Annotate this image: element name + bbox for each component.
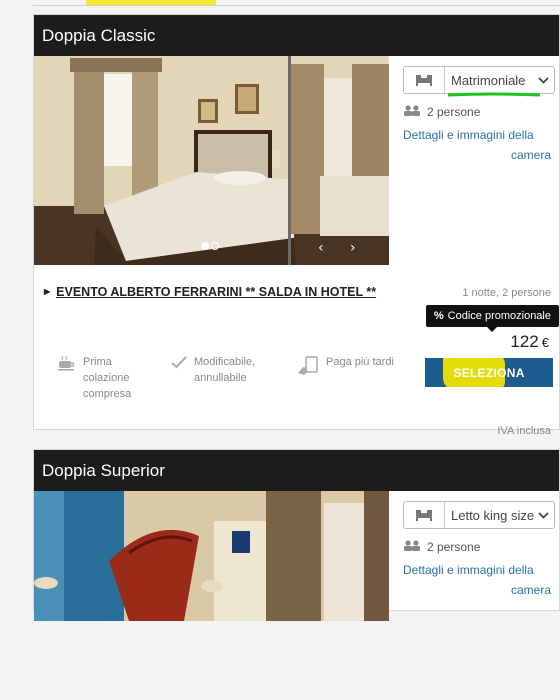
persons-icon	[403, 105, 421, 119]
persons-icon	[403, 540, 421, 554]
feature-pay-later: Paga più tardi	[297, 354, 394, 382]
bed-type-select[interactable]: Letto king size	[403, 501, 555, 529]
room-details-link[interactable]: Dettagli e immagini della camera	[403, 560, 551, 600]
green-highlight-mark	[448, 92, 540, 97]
percent-icon: %	[433, 310, 444, 322]
offer-title-link[interactable]: ▶ EVENTO ALBERTO FERRARINI ** SALDA IN HO…	[44, 285, 376, 299]
persons-label: 2 persone	[427, 540, 481, 554]
room-title: Doppia Superior	[34, 450, 559, 491]
bed-icon	[404, 502, 445, 528]
bed-type-value: Matrimoniale	[451, 72, 526, 88]
price: 122 €	[510, 332, 549, 351]
checkmark-icon	[171, 355, 187, 386]
stay-summary: 1 notte, 2 persone	[462, 287, 551, 299]
room-photo	[34, 491, 389, 621]
room-title: Doppia Classic	[34, 15, 559, 56]
room-photo-carousel[interactable]: ‹ ›	[34, 56, 389, 265]
promo-code-tooltip: % Codice promozionale	[425, 305, 559, 332]
room-occupancy: 2 persone	[403, 105, 559, 119]
feature-breakfast: Prima colazione compresa	[58, 354, 131, 402]
feature-cancellable: Modificabile, annullabile	[171, 354, 255, 386]
persons-label: 2 persone	[427, 105, 481, 119]
room-photo: ‹ ›	[34, 56, 389, 265]
bed-type-value: Letto king size	[451, 507, 535, 523]
room-card-doppia-superior: Doppia Superior Letto king size 2 person…	[33, 449, 560, 621]
chevron-down-icon	[536, 76, 550, 84]
bed-icon	[404, 67, 445, 93]
divider	[33, 5, 560, 6]
room-side-panel: Letto king size 2 persone Dettagli e imm…	[390, 491, 559, 700]
room-side-panel: Matrimoniale 2 persone Dettagli e immagi…	[390, 56, 559, 265]
svg-text:‹: ‹	[318, 240, 324, 256]
svg-text:›: ›	[350, 240, 356, 256]
room-details-link[interactable]: Dettagli e immagini della camera	[403, 125, 551, 165]
room-card-doppia-classic: Doppia Classic ‹ › Matrimoniale 2 person…	[33, 14, 560, 437]
bed-type-select[interactable]: Matrimoniale	[403, 66, 555, 97]
coffee-cup-icon	[58, 355, 76, 402]
room-occupancy: 2 persone	[403, 540, 559, 554]
hand-card-icon	[297, 355, 319, 382]
room-photo-carousel[interactable]	[34, 491, 389, 621]
chevron-down-icon	[536, 511, 550, 519]
triangle-right-icon: ▶	[44, 287, 51, 296]
select-rate-button[interactable]: SELEZIONA	[425, 358, 553, 387]
tax-note: IVA inclusa	[497, 425, 551, 437]
rate-offer: ▶ EVENTO ALBERTO FERRARINI ** SALDA IN HO…	[34, 265, 559, 437]
